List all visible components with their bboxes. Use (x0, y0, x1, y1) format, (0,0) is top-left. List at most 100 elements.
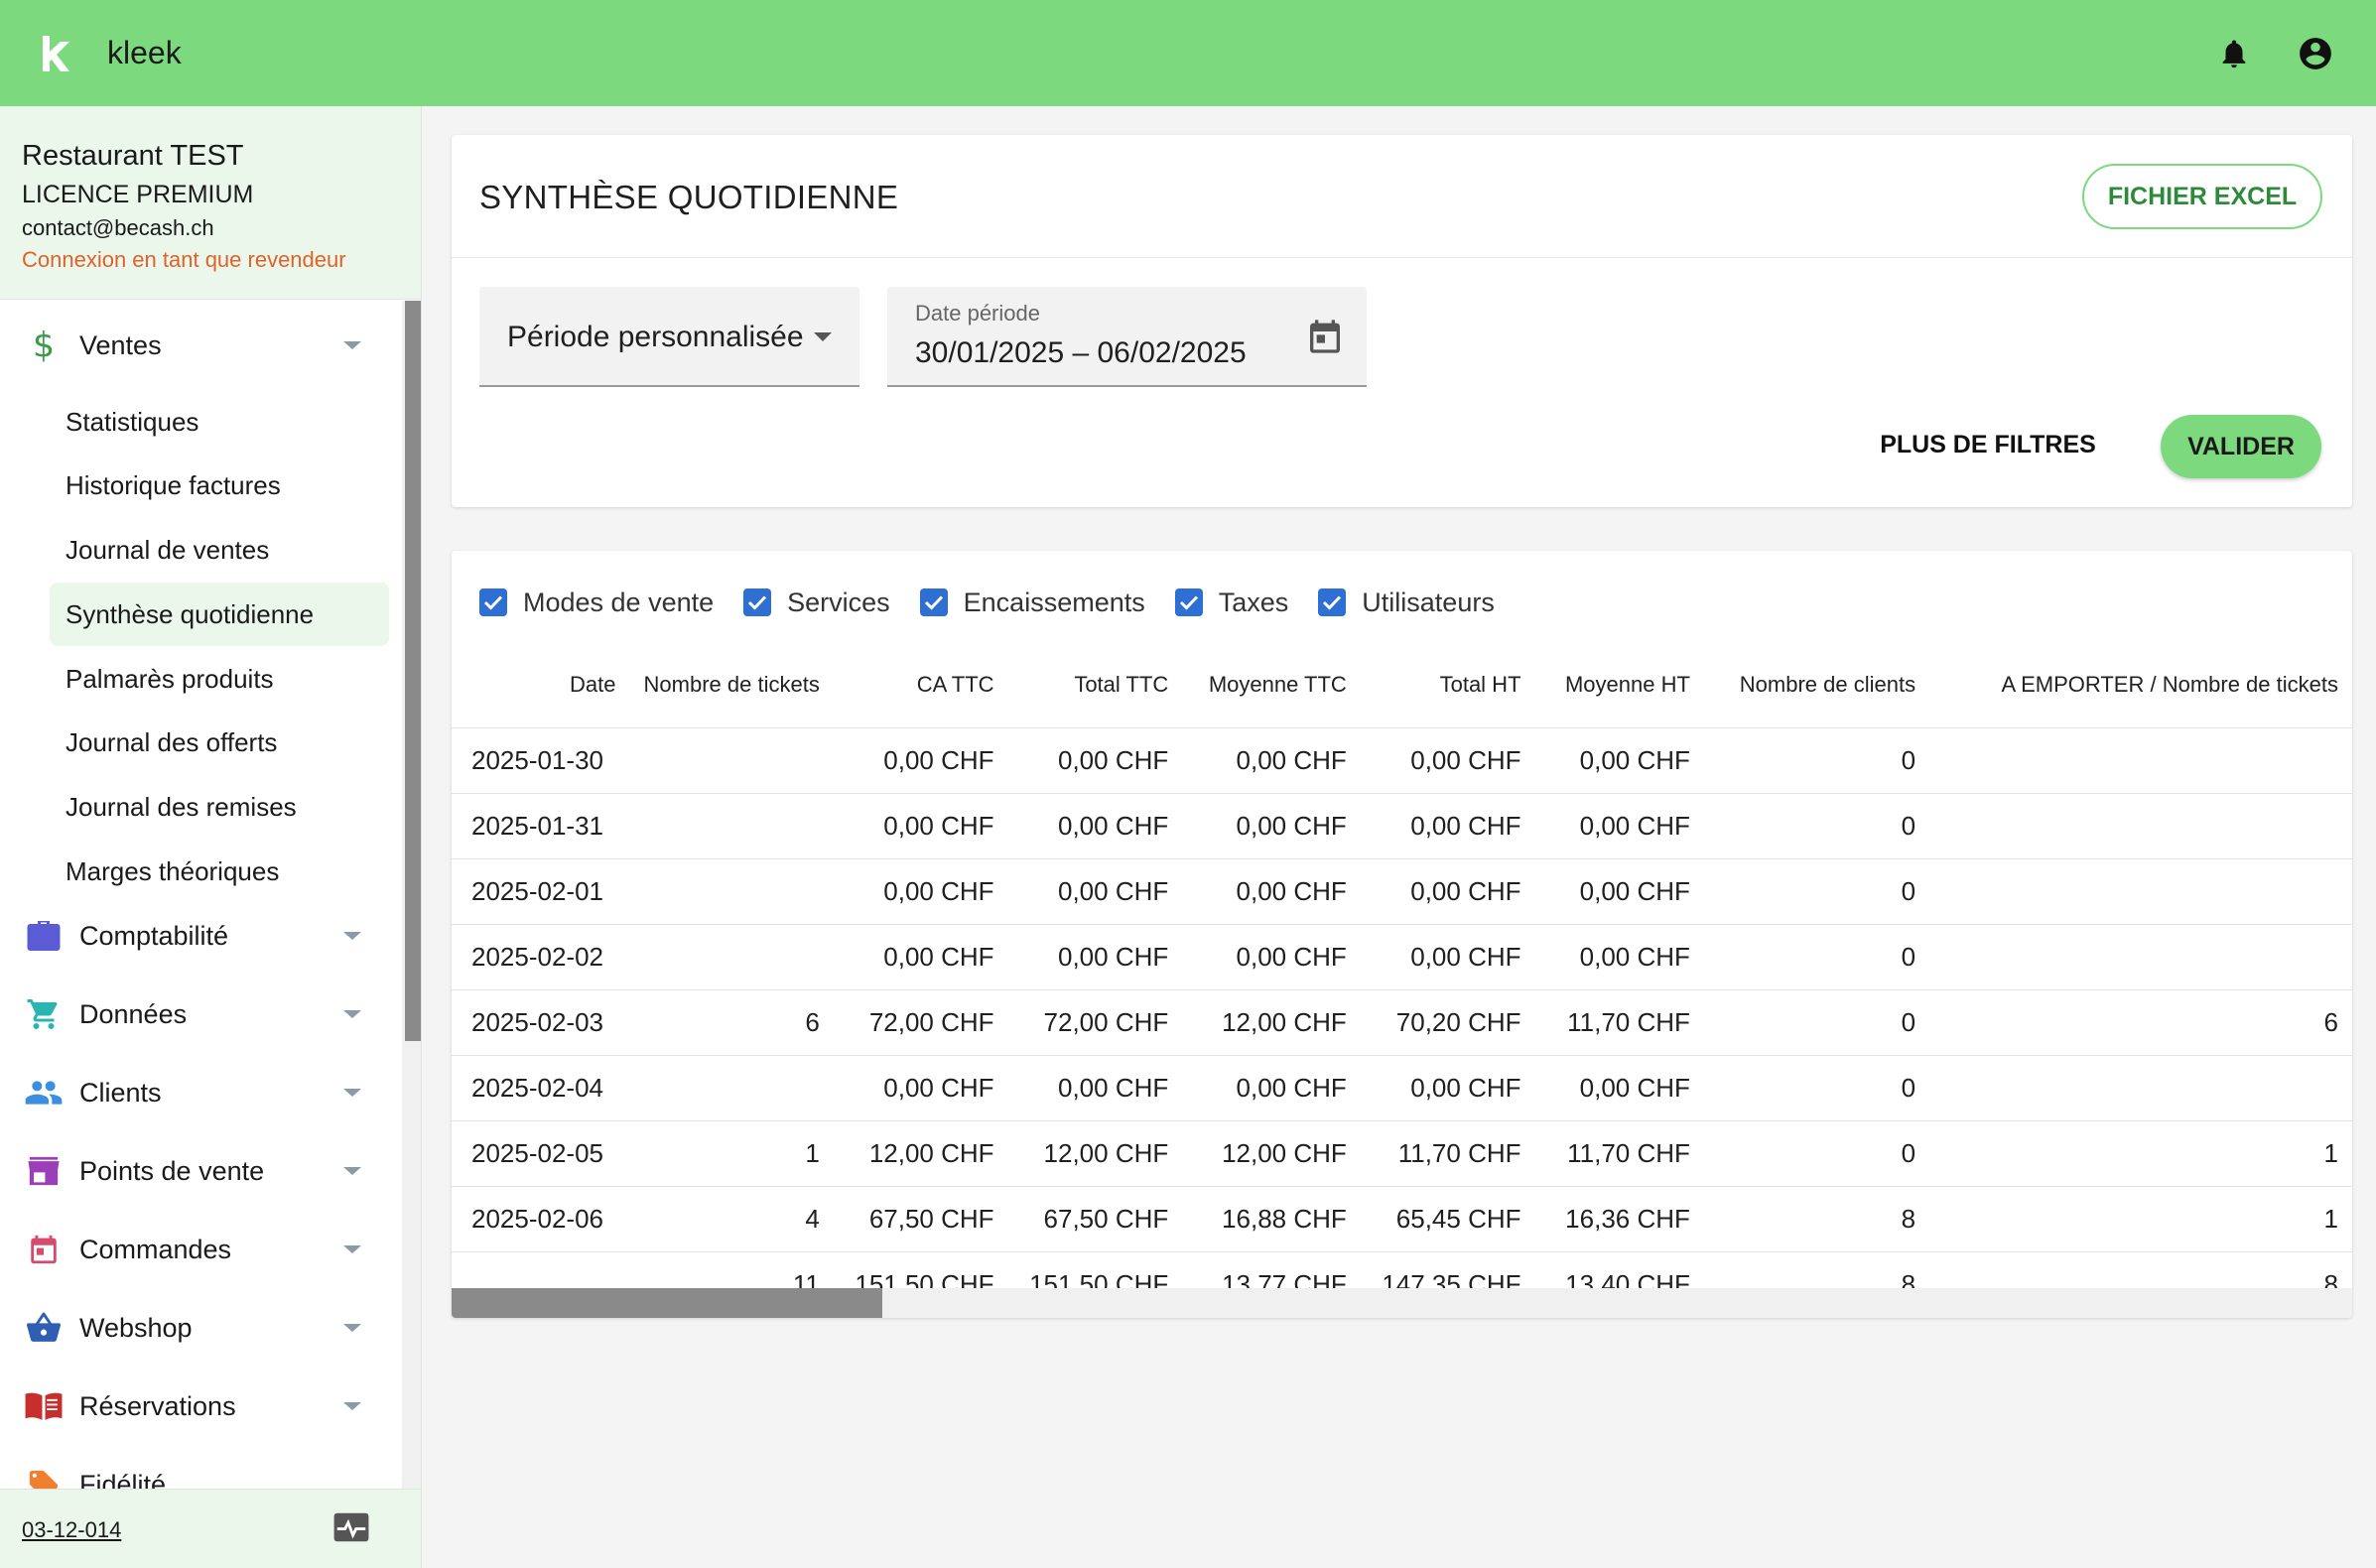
table-horizontal-scrollbar[interactable] (452, 1288, 2352, 1318)
cell-date: 2025-02-01 (452, 858, 630, 925)
sidebar-scrollbar[interactable] (402, 301, 421, 1497)
version-link[interactable]: 03-12-014 (22, 1517, 121, 1543)
bell-icon[interactable] (2213, 33, 2255, 74)
section-label: Ventes (79, 329, 162, 360)
cell-total-ttc: 0,00 CHF (1007, 1055, 1183, 1121)
column-header[interactable]: CA TTC (833, 643, 1008, 728)
cell-total-ht: 0,00 CHF (1360, 924, 1535, 990)
sidebar-item-journal-ventes[interactable]: Journal de ventes (50, 518, 389, 582)
table-row: 2025-02-05 1 12,00 CHF 12,00 CHF 12,00 C… (452, 1120, 2352, 1187)
cell-tickets (629, 727, 834, 794)
column-header[interactable]: Date (452, 643, 630, 728)
table-scroll-thumb[interactable] (452, 1288, 882, 1318)
period-select[interactable]: Période personnalisée (479, 287, 859, 387)
briefcase-icon (24, 916, 64, 956)
cell-tickets (629, 1055, 834, 1121)
sidebar-item-marges-theoriques[interactable]: Marges théoriques (50, 840, 389, 903)
checkbox-modes-de-vente[interactable]: Modes de vente (479, 588, 714, 618)
section-label: Commandes (79, 1234, 232, 1264)
column-header[interactable]: Moyenne HT (1534, 643, 1704, 728)
cell-ca-ttc: 0,00 CHF (833, 1055, 1008, 1121)
kleek-logo-icon[interactable] (32, 30, 79, 77)
cell-moyenne-ttc: 0,00 CHF (1182, 727, 1361, 794)
cell-date: 2025-01-30 (452, 727, 630, 794)
excel-export-button[interactable]: FICHIER EXCEL (2082, 164, 2322, 229)
cell-clients: 0 (1703, 727, 1930, 794)
cell-moyenne-ttc: 0,00 CHF (1182, 793, 1361, 859)
checkbox-checked-icon[interactable] (1174, 588, 1203, 616)
column-header[interactable]: Total HT (1360, 643, 1535, 728)
cell-total-ht: 0,00 CHF (1360, 727, 1535, 794)
cell-date: 2025-02-03 (452, 989, 630, 1056)
column-header[interactable]: Nombre de tickets (629, 643, 834, 728)
sidebar-item-synthese-quotidienne[interactable]: Synthèse quotidienne (50, 583, 389, 646)
sidebar-section-reservations[interactable]: Réservations (0, 1376, 402, 1436)
cell-total-ttc: 12,00 CHF (1007, 1120, 1183, 1187)
more-filters-button[interactable]: PLUS DE FILTRES (1879, 415, 2097, 474)
sidebar-item-palmares-produits[interactable]: Palmarès produits (50, 647, 389, 711)
cell-total-ttc: 72,00 CHF (1007, 989, 1183, 1056)
sidebar-section-clients[interactable]: Clients (0, 1063, 402, 1122)
date-period-field[interactable]: Date période 30/01/2025 – 06/02/2025 (887, 287, 1367, 387)
store-icon (24, 1151, 64, 1191)
sidebar-section-ventes[interactable]: $ Ventes (0, 316, 402, 375)
cell-tickets (629, 924, 834, 990)
column-header[interactable]: A EMPORTER / Nombre de tickets (1929, 643, 2352, 728)
cell-emporter (1929, 924, 2352, 990)
cell-tickets: 1 (629, 1120, 834, 1187)
cell-emporter (1929, 727, 2352, 794)
column-header[interactable]: Total TTC (1007, 643, 1183, 728)
cell-total-ht: 0,00 CHF (1360, 1055, 1535, 1121)
checkbox-encaissements[interactable]: Encaissements (919, 588, 1145, 618)
checkbox-checked-icon[interactable] (919, 588, 948, 616)
cell-tickets: 6 (629, 989, 834, 1056)
checkbox-checked-icon[interactable] (479, 588, 507, 616)
calendar-icon[interactable] (1305, 317, 1345, 356)
sidebar-section-commandes[interactable]: Commandes (0, 1220, 402, 1279)
cell-clients: 0 (1703, 858, 1930, 925)
sidebar-item-statistiques[interactable]: Statistiques (50, 390, 389, 454)
cell-date: 2025-01-31 (452, 793, 630, 859)
cell-moyenne-ttc: 0,00 CHF (1182, 858, 1361, 925)
cell-total-ht: 65,45 CHF (1360, 1186, 1535, 1252)
calendar-icon (24, 1230, 64, 1269)
cell-ca-ttc: 0,00 CHF (833, 793, 1008, 859)
account-circle-icon[interactable] (2295, 33, 2336, 74)
daily-summary-table: Date Nombre de tickets CA TTC Total TTC … (452, 643, 2352, 1317)
validate-button[interactable]: VALIDER (2161, 415, 2321, 478)
cell-ca-ttc: 0,00 CHF (833, 924, 1008, 990)
account-email: contact@becash.ch (22, 215, 214, 240)
filter-card: SYNTHÈSE QUOTIDIENNE FICHIER EXCEL Pério… (452, 135, 2352, 507)
table-row: 2025-02-02 0,00 CHF 0,00 CHF 0,00 CHF 0,… (452, 924, 2352, 990)
checkbox-services[interactable]: Services (743, 588, 890, 618)
sidebar-section-webshop[interactable]: Webshop (0, 1298, 402, 1358)
sidebar-section-points-de-vente[interactable]: Points de vente (0, 1141, 402, 1201)
column-header[interactable]: Moyenne TTC (1182, 643, 1361, 728)
cell-ca-ttc: 67,50 CHF (833, 1186, 1008, 1252)
sidebar-item-journal-offerts[interactable]: Journal des offerts (50, 711, 389, 774)
cell-tickets (629, 793, 834, 859)
checkbox-label: Taxes (1218, 587, 1289, 617)
checkbox-utilisateurs[interactable]: Utilisateurs (1318, 588, 1495, 618)
page-title: SYNTHÈSE QUOTIDIENNE (479, 179, 899, 215)
dropdown-arrow-icon (814, 332, 832, 341)
cell-emporter (1929, 858, 2352, 925)
checkbox-taxes[interactable]: Taxes (1174, 587, 1289, 618)
sidebar-item-historique-factures[interactable]: Historique factures (50, 454, 389, 517)
checkbox-checked-icon[interactable] (743, 588, 772, 616)
results-card: Modes de vente Services Encaissements Ta… (452, 551, 2352, 1318)
sidebar-menu: $ Ventes Statistiques Historique facture… (0, 301, 402, 1497)
sidebar-item-journal-remises[interactable]: Journal des remises (50, 775, 389, 839)
sidebar-scroll-thumb[interactable] (405, 301, 421, 1041)
cell-date: 2025-02-02 (452, 924, 630, 990)
cell-date: 2025-02-06 (452, 1186, 630, 1252)
date-period-label: Date période (915, 301, 1040, 326)
sidebar-section-comptabilite[interactable]: Comptabilité (0, 906, 402, 966)
monitor-heartbeat-icon[interactable] (332, 1511, 370, 1545)
dollar-icon: $ (24, 326, 64, 365)
checkbox-checked-icon[interactable] (1318, 588, 1347, 616)
column-header[interactable]: Nombre de clients (1703, 643, 1930, 728)
sidebar-section-donnees[interactable]: Données (0, 984, 402, 1044)
section-label: Données (79, 998, 188, 1029)
cell-moyenne-ht: 16,36 CHF (1534, 1186, 1704, 1252)
